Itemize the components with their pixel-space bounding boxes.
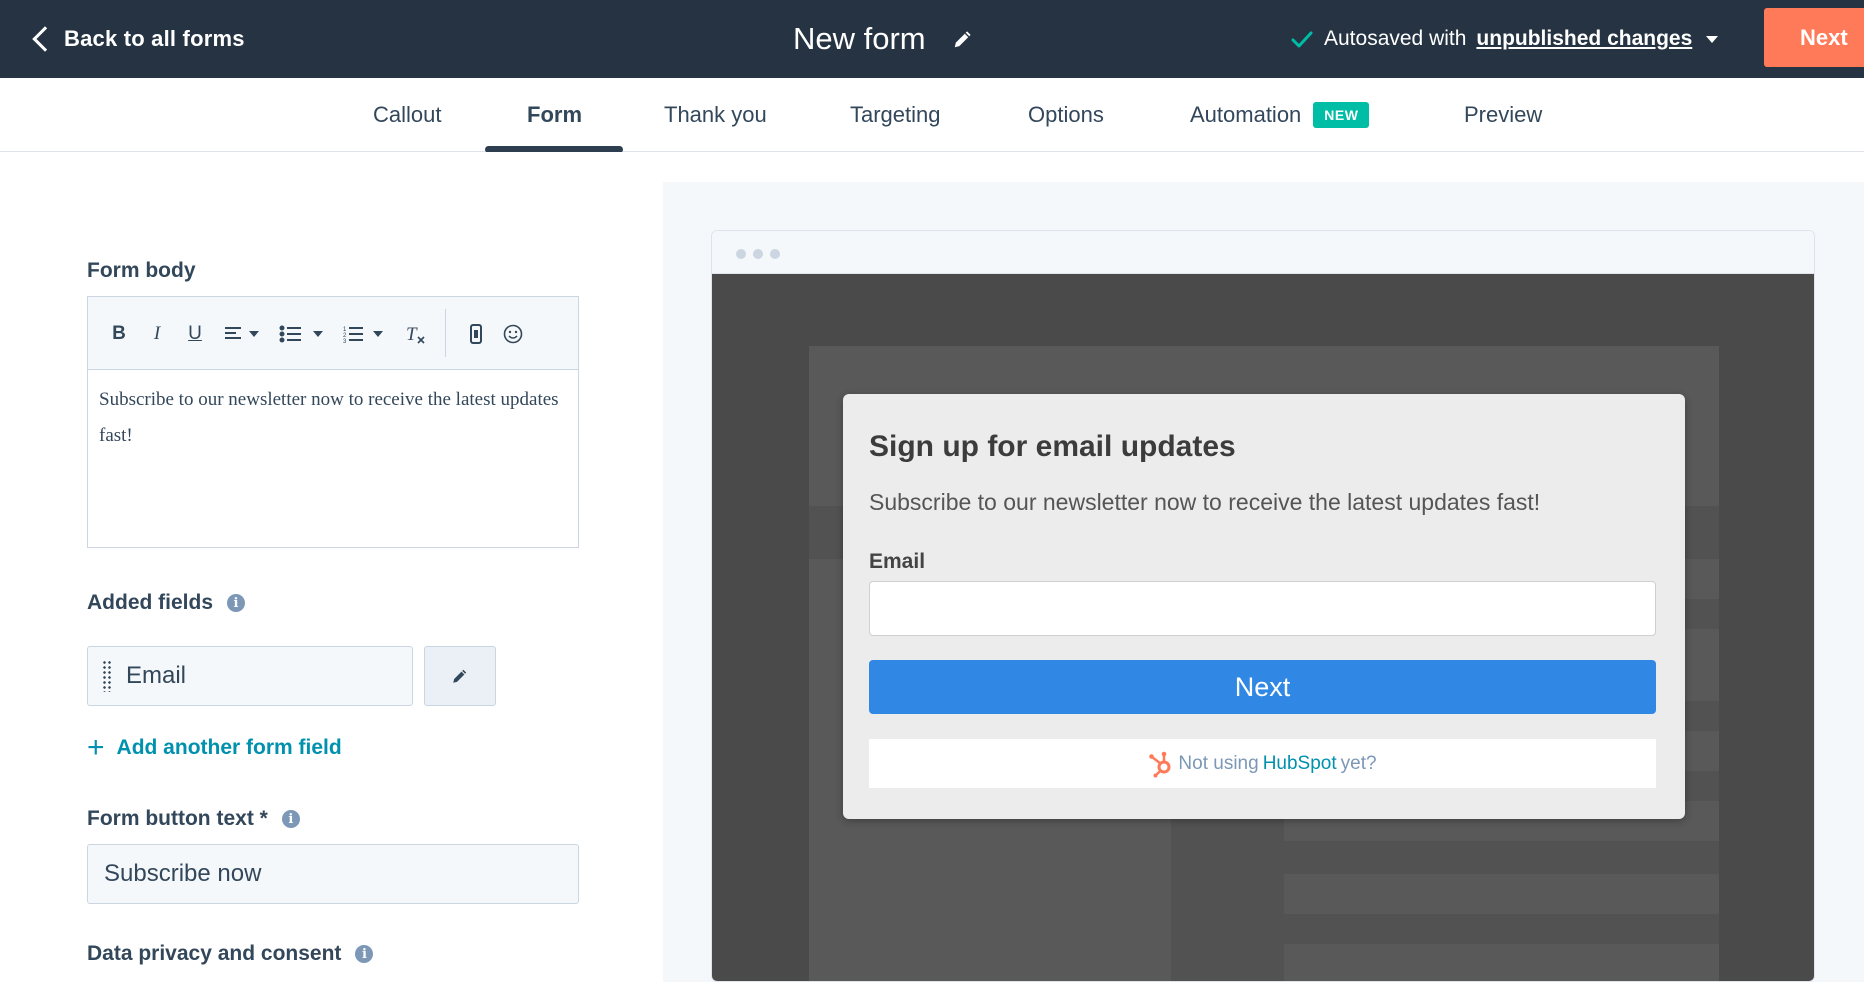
preview-title: Sign up for email updates: [869, 430, 1236, 463]
pencil-icon[interactable]: [952, 28, 974, 50]
top-bar: Back to all forms New form Autosaved wit…: [0, 0, 1864, 78]
info-icon[interactable]: i: [281, 810, 300, 828]
chevron-left-icon: [32, 26, 58, 52]
tab-automation[interactable]: Automation NEW: [1190, 78, 1370, 152]
form-editor-panel: Form body B I U 123 T Subscribe to our n…: [0, 152, 663, 982]
clear-format-icon[interactable]: T: [402, 319, 428, 349]
form-body-text[interactable]: Subscribe to our newsletter now to recei…: [88, 370, 578, 466]
align-left-icon[interactable]: [222, 319, 262, 349]
bulleted-list-icon[interactable]: [276, 319, 326, 349]
form-title-area: New form: [793, 0, 974, 78]
skeleton-line: [1284, 874, 1719, 914]
check-icon: [1291, 31, 1313, 48]
window-dot-icon: [753, 249, 763, 259]
italic-icon[interactable]: I: [146, 319, 168, 349]
preview-next-button[interactable]: Next: [869, 660, 1656, 714]
page-preview-backdrop: Sign up for email updates Subscribe to o…: [712, 274, 1814, 981]
svg-text:3: 3: [343, 339, 347, 343]
editor-toolbar: B I U 123 T: [88, 297, 578, 370]
form-body-label: Form body: [87, 259, 196, 282]
new-badge: NEW: [1313, 102, 1370, 128]
edit-field-button[interactable]: [424, 646, 496, 706]
browser-bar: [712, 231, 1814, 274]
window-dot-icon: [736, 249, 746, 259]
pencil-icon: [453, 669, 467, 683]
bold-icon[interactable]: B: [108, 319, 130, 349]
browser-frame: Sign up for email updates Subscribe to o…: [711, 230, 1815, 982]
tab-callout[interactable]: Callout: [373, 78, 441, 152]
toolbar-divider: [445, 309, 446, 357]
tab-preview[interactable]: Preview: [1464, 78, 1542, 152]
back-to-forms-link[interactable]: Back to all forms: [28, 0, 245, 78]
added-fields-label: Added fields i: [87, 591, 246, 615]
tab-options[interactable]: Options: [1028, 78, 1104, 152]
preview-body-text: Subscribe to our newsletter now to recei…: [869, 489, 1541, 515]
field-name: Email: [126, 662, 187, 689]
next-button[interactable]: Next: [1764, 8, 1864, 67]
underline-icon[interactable]: U: [184, 319, 206, 349]
tab-targeting[interactable]: Targeting: [850, 78, 941, 152]
form-button-text-label: Form button text * i: [87, 807, 300, 831]
info-icon[interactable]: i: [355, 945, 374, 963]
emoji-icon[interactable]: [500, 319, 526, 349]
tab-bar: Callout Form Thank you Targeting Options…: [0, 78, 1864, 152]
personalization-icon[interactable]: [465, 319, 487, 349]
hubspot-link[interactable]: HubSpot: [1263, 753, 1337, 775]
rich-text-editor[interactable]: B I U 123 T Subscribe to our newsletter …: [87, 296, 579, 548]
form-title: New form: [793, 21, 926, 56]
plus-icon: +: [87, 731, 105, 764]
caret-down-icon[interactable]: [1706, 35, 1719, 43]
autosave-status: Autosaved with unpublished changes: [1290, 0, 1719, 78]
window-dot-icon: [770, 249, 780, 259]
form-preview-modal: Sign up for email updates Subscribe to o…: [843, 394, 1685, 819]
svg-text:T: T: [406, 324, 418, 345]
unpublished-changes-link[interactable]: unpublished changes: [1476, 27, 1692, 51]
autosave-prefix: Autosaved with: [1324, 27, 1467, 50]
drag-handle-icon[interactable]: [102, 660, 112, 692]
preview-email-input[interactable]: [869, 581, 1656, 636]
numbered-list-icon[interactable]: 123: [340, 319, 386, 349]
back-label: Back to all forms: [64, 26, 245, 51]
tab-thank-you[interactable]: Thank you: [664, 78, 767, 152]
data-privacy-label: Data privacy and consent i: [87, 942, 374, 966]
skeleton-line: [1284, 944, 1719, 981]
preview-email-label: Email: [869, 550, 926, 573]
preview-footer: Not using HubSpot yet?: [869, 739, 1656, 788]
preview-panel: Sign up for email updates Subscribe to o…: [663, 182, 1864, 982]
hubspot-sprocket-icon: [1149, 751, 1171, 777]
tab-form[interactable]: Form: [527, 78, 582, 152]
field-item-email[interactable]: Email: [87, 646, 413, 706]
add-form-field-link[interactable]: + Add another form field: [87, 731, 342, 764]
form-button-text-input[interactable]: [87, 844, 579, 904]
info-icon[interactable]: i: [227, 594, 246, 612]
